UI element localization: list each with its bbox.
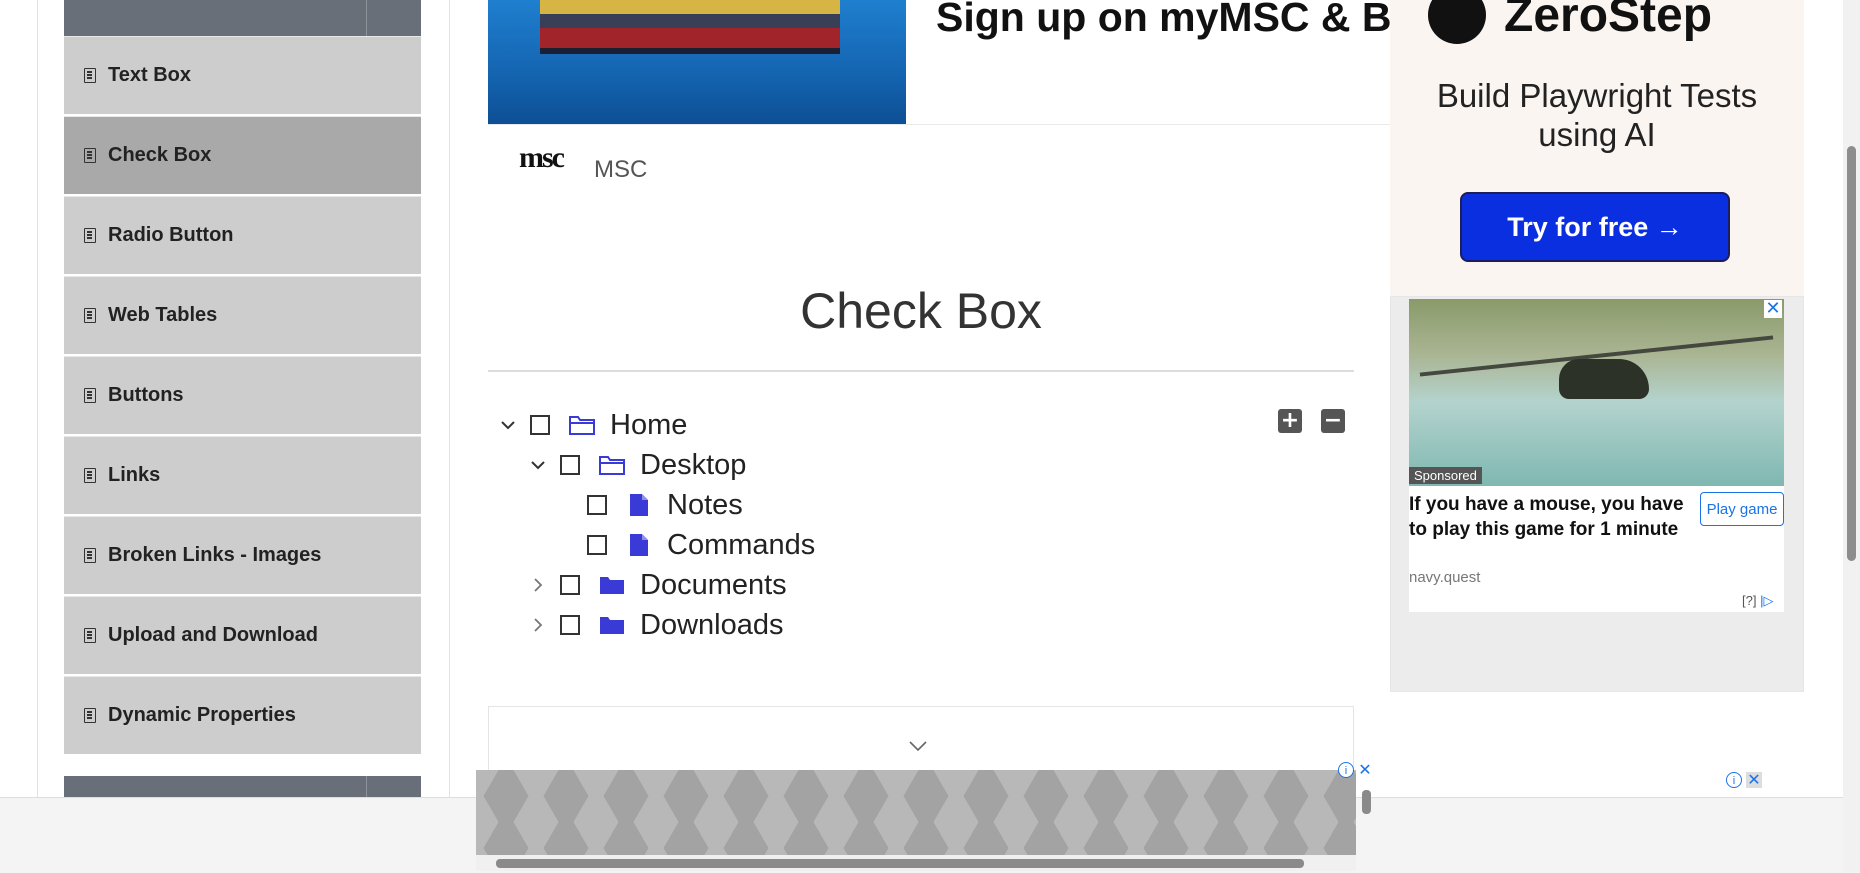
minus-icon: −	[1323, 408, 1343, 433]
list-icon	[84, 68, 96, 83]
plus-icon: +	[1280, 408, 1300, 433]
list-icon	[84, 308, 96, 323]
chevron-down-icon[interactable]	[908, 740, 928, 752]
tree-node-label[interactable]: Downloads	[640, 609, 783, 642]
tree-node-label[interactable]: Commands	[667, 529, 815, 562]
list-icon	[84, 148, 96, 163]
folder-icon	[598, 573, 626, 597]
list-icon	[84, 388, 96, 403]
collapse-all-button[interactable]: −	[1321, 409, 1345, 433]
game-ad-headline[interactable]: If you have a mouse, you have to play th…	[1409, 492, 1691, 542]
tree-checkbox[interactable]	[560, 455, 580, 475]
sidebar-right-border	[449, 0, 450, 800]
page-title: Check Box	[800, 283, 1042, 339]
bottom-ad-vertical-scroll-thumb[interactable]	[1362, 790, 1371, 814]
ad-info-icon[interactable]: i	[1726, 772, 1742, 788]
ad-close-icon[interactable]: ✕	[1746, 772, 1762, 788]
close-icon[interactable]: ✕	[1764, 300, 1782, 318]
sidebar-item-label: Broken Links - Images	[108, 544, 322, 566]
zerostep-tagline: Build Playwright Tests using AI	[1436, 77, 1758, 153]
chevron-down-icon[interactable]	[528, 455, 548, 475]
list-icon	[84, 708, 96, 723]
sidebar-item-upload-download[interactable]: Upload and Download	[64, 596, 421, 674]
sponsored-badge: Sponsored	[1409, 467, 1482, 484]
file-icon	[625, 533, 653, 557]
adchoices-icon[interactable]: [?] |▷	[1742, 593, 1773, 609]
sidebar-item-text-box[interactable]: Text Box	[64, 36, 421, 114]
tree-checkbox[interactable]	[530, 415, 550, 435]
list-icon	[84, 468, 96, 483]
title-divider	[488, 370, 1354, 372]
tree-node-downloads: Downloads	[528, 605, 783, 645]
sidebar-item-links[interactable]: Links	[64, 436, 421, 514]
file-icon	[625, 493, 653, 517]
helicopter-image[interactable]	[1409, 299, 1784, 486]
ad-info-icon[interactable]: i	[1338, 762, 1354, 778]
ad-close-icon[interactable]: ✕	[1357, 762, 1373, 778]
game-ad-source[interactable]: navy.quest	[1409, 569, 1480, 586]
bottom-banner-ad[interactable]	[476, 770, 1356, 855]
msc-logo[interactable]: msc	[513, 143, 569, 196]
folder-open-icon	[598, 453, 626, 477]
tree-node-notes: Notes	[587, 485, 743, 525]
ad-divider	[488, 124, 1393, 125]
sidebar-item-buttons[interactable]: Buttons	[64, 356, 421, 434]
sidebar-item-label: Web Tables	[108, 304, 218, 326]
sidebar-item-check-box[interactable]: Check Box	[64, 116, 421, 194]
page-scroll-thumb[interactable]	[1847, 146, 1856, 561]
play-game-button[interactable]: Play game	[1700, 492, 1784, 526]
sidebar-item-web-tables[interactable]: Web Tables	[64, 276, 421, 354]
chevron-right-icon[interactable]	[528, 615, 548, 635]
ad-ship-image[interactable]	[488, 0, 906, 124]
bottom-ad-scroll-thumb[interactable]	[496, 859, 1304, 868]
sidebar-item-broken-links[interactable]: Broken Links - Images	[64, 516, 421, 594]
try-for-free-button[interactable]: Try for free →	[1460, 192, 1730, 262]
tree-checkbox[interactable]	[587, 495, 607, 515]
sidebar-left-border	[37, 0, 38, 800]
tree-checkbox[interactable]	[560, 615, 580, 635]
ad-advertiser-name[interactable]: MSC	[594, 156, 647, 184]
tree-checkbox[interactable]	[560, 575, 580, 595]
sidebar-item-label: Check Box	[108, 144, 212, 166]
tree-node-label[interactable]: Home	[610, 409, 687, 442]
folder-open-icon	[568, 413, 596, 437]
expand-all-button[interactable]: +	[1278, 409, 1302, 433]
folder-icon	[598, 613, 626, 637]
tree-node-documents: Documents	[528, 565, 787, 605]
tree-node-label[interactable]: Documents	[640, 569, 787, 602]
sidebar-item-label: Upload and Download	[108, 624, 318, 646]
chevron-down-icon[interactable]	[498, 415, 518, 435]
list-icon	[84, 228, 96, 243]
sidebar-group-header-elements[interactable]	[64, 0, 421, 36]
tree-node-label[interactable]: Notes	[667, 489, 743, 522]
sidebar-item-label: Dynamic Properties	[108, 704, 296, 726]
zerostep-logo-icon	[1428, 0, 1486, 44]
tree-node-commands: Commands	[587, 525, 815, 565]
sidebar-item-label: Links	[108, 464, 161, 486]
tree-checkbox[interactable]	[587, 535, 607, 555]
ad-headline[interactable]: Sign up on myMSC & B	[936, 0, 1392, 41]
tree-node-label[interactable]: Desktop	[640, 449, 746, 482]
tree-node-desktop: Desktop	[528, 445, 746, 485]
sidebar-item-label: Buttons	[108, 384, 184, 406]
sidebar-item-dynamic-properties[interactable]: Dynamic Properties	[64, 676, 421, 754]
sidebar-item-label: Text Box	[108, 64, 191, 86]
list-icon	[84, 548, 96, 563]
chevron-right-icon[interactable]	[528, 575, 548, 595]
tree-node-home: Home	[498, 405, 687, 445]
sidebar-menu: Text Box Check Box Radio Button Web Tabl…	[64, 36, 421, 756]
list-icon	[84, 628, 96, 643]
zerostep-brand[interactable]: ZeroStep	[1428, 0, 1712, 44]
sidebar-item-label: Radio Button	[108, 224, 234, 246]
sidebar-item-radio-button[interactable]: Radio Button	[64, 196, 421, 274]
